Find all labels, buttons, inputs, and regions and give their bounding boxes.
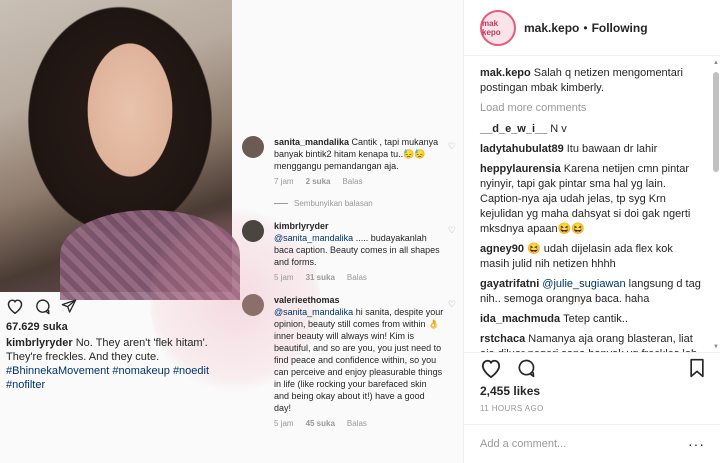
embedded-caption: kimbrlyryder No. They aren't 'flek hitam… bbox=[6, 336, 232, 392]
reply-text: hi sanita, despite your opinion, beauty … bbox=[274, 307, 444, 413]
comment-user[interactable]: heppylaurensia bbox=[480, 163, 561, 175]
separator-dot: • bbox=[583, 20, 588, 35]
load-more-comments-button[interactable]: Load more comments bbox=[480, 101, 705, 116]
avatar bbox=[242, 136, 264, 158]
reply-link: Balas bbox=[346, 273, 367, 282]
hide-replies-label: Sembunyikan balasan bbox=[238, 198, 460, 210]
reply-user: kimbrlyryder bbox=[274, 221, 329, 231]
heart-icon: ♡ bbox=[447, 225, 456, 235]
comment-user[interactable]: rstchaca bbox=[480, 333, 525, 345]
reply-likes: 45 suka bbox=[305, 419, 335, 428]
reply-link: Balas bbox=[342, 177, 363, 186]
reply-meta: 5 jam 31 suka Balas bbox=[274, 272, 444, 284]
add-comment-field[interactable]: Add a comment... ··· bbox=[464, 424, 720, 463]
post-actions bbox=[464, 352, 720, 382]
post-media-screenshot: 67.629 suka kimbrlyryder No. They aren't… bbox=[0, 0, 463, 463]
post-photo bbox=[0, 0, 240, 300]
more-options-icon[interactable]: ··· bbox=[688, 436, 705, 452]
comment-user[interactable]: mak.kepo bbox=[480, 67, 531, 79]
heart-icon: ♡ bbox=[447, 299, 456, 309]
list-item: mak.kepo Salah q netizen mengomentari pos… bbox=[480, 66, 705, 96]
comment-mention[interactable]: @julie_sugiawan bbox=[542, 278, 625, 290]
share-icon bbox=[61, 299, 77, 313]
comment-text: Itu bawaan dr lahir bbox=[566, 143, 658, 155]
likes-count[interactable]: 2,455 likes bbox=[480, 384, 540, 398]
embedded-replies: sanita_mandalika Cantik , tapi mukanya b… bbox=[238, 136, 460, 440]
reply-meta: 5 jam 45 suka Balas bbox=[274, 418, 444, 430]
reply-time: 5 jam bbox=[274, 419, 294, 428]
add-comment-placeholder[interactable]: Add a comment... bbox=[480, 438, 566, 450]
comments-list: mak.kepo Salah q netizen mengomentari pos… bbox=[464, 57, 720, 352]
comment-text: Tetep cantik.. bbox=[563, 313, 628, 325]
list-item: ida_machmuda Tetep cantik.. bbox=[480, 312, 705, 327]
embedded-caption-hashtags: #BhinnekaMovement #nomakeup #noedit #nof… bbox=[6, 365, 210, 391]
list-item: gayatrifatni @julie_sugiawan langsung d t… bbox=[480, 277, 705, 307]
embedded-action-icons bbox=[6, 296, 232, 316]
photo-scarf bbox=[60, 210, 240, 300]
embedded-reply: valerieethomas @sanita_mandalika hi sani… bbox=[238, 294, 460, 430]
embedded-caption-block: 67.629 suka kimbrlyryder No. They aren't… bbox=[6, 296, 232, 392]
embedded-reply: sanita_mandalika Cantik , tapi mukanya b… bbox=[238, 136, 460, 188]
embedded-reply: kimbrlyryder @sanita_mandalika ..... bud… bbox=[238, 220, 460, 284]
post-header: mak kepo mak.kepo • Following bbox=[464, 0, 720, 56]
comment-user[interactable]: __d_e_w_i__ bbox=[480, 123, 547, 135]
embedded-caption-user: kimbrlyryder bbox=[6, 337, 73, 349]
list-item: ladytahubulat89 Itu bawaan dr lahir bbox=[480, 142, 705, 157]
post-timestamp: 11 HOURS AGO bbox=[480, 404, 544, 413]
reply-time: 5 jam bbox=[274, 273, 294, 282]
reply-likes: 31 suka bbox=[305, 273, 335, 282]
comment-icon[interactable] bbox=[516, 358, 536, 378]
reply-time: 7 jam bbox=[274, 177, 294, 186]
comment-text: N v bbox=[550, 123, 567, 135]
avatar bbox=[242, 294, 264, 316]
scroll-down-icon[interactable]: ▼ bbox=[713, 344, 719, 350]
comment-user[interactable]: gayatrifatni bbox=[480, 278, 539, 290]
scroll-up-icon[interactable]: ▲ bbox=[713, 60, 719, 66]
post-side-panel: mak kepo mak.kepo • Following mak.kepo Sa… bbox=[463, 0, 720, 463]
reply-likes: 2 suka bbox=[305, 177, 331, 186]
reply-link: Balas bbox=[346, 419, 367, 428]
post-username[interactable]: mak.kepo bbox=[524, 21, 579, 35]
like-heart-icon[interactable] bbox=[480, 358, 502, 378]
comment-icon bbox=[36, 298, 50, 314]
reply-user: sanita_mandalika bbox=[274, 137, 350, 147]
heart-icon: ♡ bbox=[447, 141, 456, 151]
avatar[interactable]: mak kepo bbox=[480, 9, 516, 46]
heart-icon bbox=[7, 299, 23, 314]
comments-scrollbar[interactable]: ▲ ▼ bbox=[712, 60, 720, 350]
comment-user[interactable]: ida_machmuda bbox=[480, 313, 560, 325]
comment-user[interactable]: ladytahubulat89 bbox=[480, 143, 564, 155]
scrollbar-thumb[interactable] bbox=[713, 72, 719, 172]
reply-mention: @sanita_mandalika bbox=[274, 233, 354, 243]
list-item: agney90 😆 udah dijelasin ada flex kok mas… bbox=[480, 242, 705, 272]
following-button[interactable]: Following bbox=[592, 21, 648, 35]
list-item: __d_e_w_i__ N v bbox=[480, 122, 705, 137]
reply-user: valerieethomas bbox=[274, 295, 340, 305]
reply-mention: @sanita_mandalika bbox=[274, 307, 354, 317]
embedded-likes: 67.629 suka bbox=[6, 321, 68, 333]
comment-user[interactable]: agney90 bbox=[480, 243, 524, 255]
list-item: rstchaca Namanya aja orang blasteran, lia… bbox=[480, 332, 705, 352]
avatar bbox=[242, 220, 264, 242]
reply-meta: 7 jam 2 suka Balas bbox=[274, 176, 444, 188]
bookmark-icon[interactable] bbox=[689, 358, 705, 378]
list-item: heppylaurensia Karena netijen cmn pintar … bbox=[480, 162, 705, 237]
avatar-label: mak kepo bbox=[482, 18, 501, 37]
